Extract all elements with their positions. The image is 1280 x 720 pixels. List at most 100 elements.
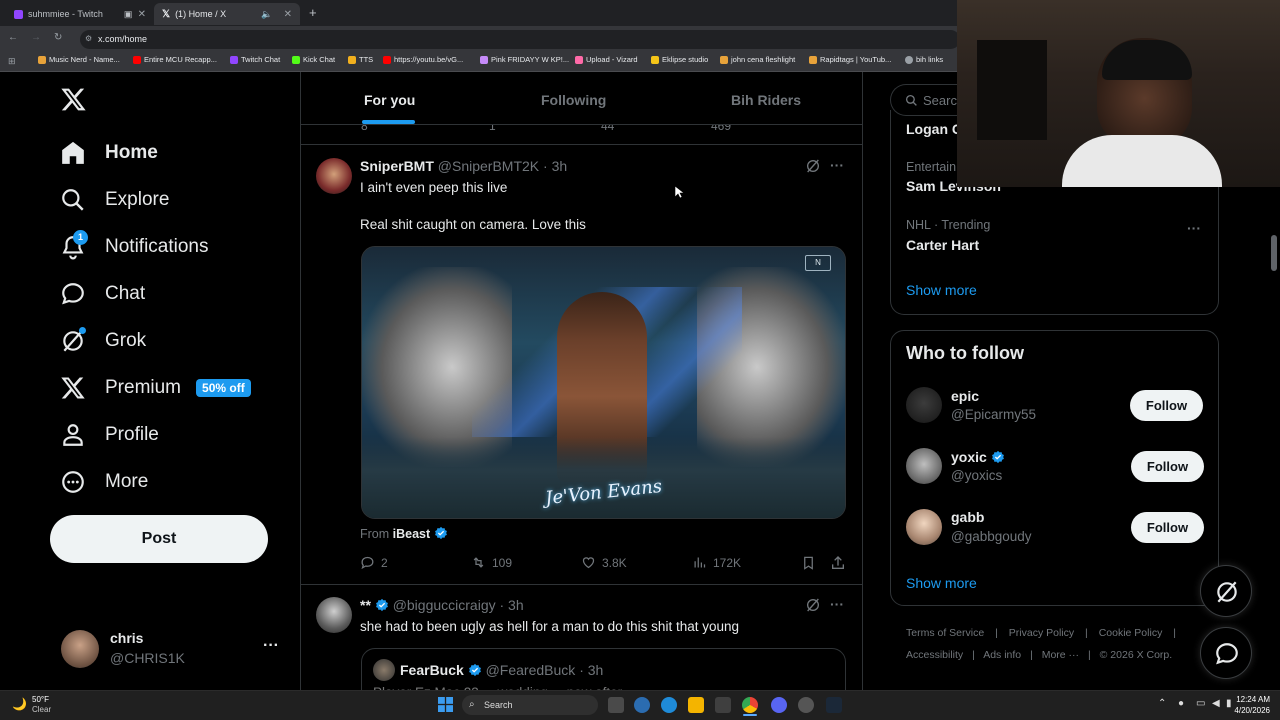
bookmark-button[interactable] — [801, 555, 816, 576]
tab-bih-riders[interactable]: Bih Riders — [731, 92, 801, 108]
like-button[interactable]: 3.8K — [581, 555, 627, 570]
bookmark-bih-links[interactable]: bih links — [905, 55, 943, 64]
author-handle[interactable]: @SniperBMT2K — [438, 158, 539, 174]
grok-float-button[interactable] — [1200, 565, 1252, 617]
tweet-time[interactable]: · 3h — [500, 597, 524, 613]
speaker-icon[interactable]: 🔈 — [261, 9, 272, 20]
account-switcher[interactable]: chris @CHRIS1K ··· — [50, 625, 290, 673]
volume-icon[interactable]: ◀ — [1212, 698, 1220, 709]
address-bar[interactable]: x.com/home — [80, 30, 960, 49]
nav-notifications[interactable]: 1 Notifications — [60, 230, 209, 262]
suggestion-name[interactable]: gabb — [951, 509, 984, 525]
nav-home[interactable]: Home — [60, 138, 158, 168]
views-button[interactable]: 172K — [692, 555, 741, 570]
nav-chat[interactable]: Chat — [60, 279, 145, 309]
more-options-icon[interactable]: ··· — [1187, 220, 1201, 236]
follow-button[interactable]: Follow — [1131, 512, 1204, 543]
tab-mute-icon[interactable]: ▣ — [124, 9, 133, 20]
taskbar-search[interactable]: ⌕ Search — [462, 695, 598, 715]
trend-item[interactable]: Logan C — [906, 121, 962, 137]
bookmark-mcu[interactable]: Entire MCU Recapp... — [133, 55, 217, 64]
grok-icon[interactable] — [805, 158, 821, 179]
suggestion-name[interactable]: epic — [951, 388, 979, 404]
avatar[interactable] — [906, 509, 942, 545]
nav-profile[interactable]: Profile — [60, 420, 159, 450]
site-info-icon[interactable]: ⚙ — [85, 34, 92, 43]
reply-button[interactable]: 8 — [361, 125, 368, 133]
bookmark-youtube-link[interactable]: https://youtu.be/vG... — [383, 55, 463, 64]
follow-button[interactable]: Follow — [1130, 390, 1203, 421]
browser-tab-twitch[interactable]: suhmmiee - Twitch ▣ ✕ — [6, 3, 154, 25]
edge-icon[interactable] — [661, 697, 677, 713]
tray-overflow-icon[interactable]: ⌃ — [1158, 698, 1166, 709]
post-button[interactable]: Post — [50, 515, 268, 563]
avatar[interactable] — [906, 387, 942, 423]
x-logo-icon[interactable] — [60, 86, 87, 118]
bookmark-tts[interactable]: TTS — [348, 55, 373, 64]
suggestion-name[interactable]: yoxic — [951, 449, 987, 465]
clock-date[interactable]: 4/20/2026 — [1225, 706, 1270, 715]
tweet-time[interactable]: · 3h — [543, 158, 567, 174]
repost-button[interactable]: 1 — [489, 125, 496, 133]
discord-icon[interactable] — [771, 697, 787, 713]
author-name[interactable]: ** — [360, 597, 371, 613]
close-icon[interactable]: ✕ — [284, 9, 292, 20]
bookmark-vizard[interactable]: Upload - Vizard — [575, 55, 638, 64]
bookmark-kick-chat[interactable]: Kick Chat — [292, 55, 335, 64]
copilot-icon[interactable] — [634, 697, 650, 713]
page-scrollbar[interactable] — [1271, 235, 1277, 271]
footer-link[interactable]: Ads info — [983, 649, 1021, 661]
microphone-icon[interactable]: ● — [1178, 698, 1184, 709]
bookmark-eklipse[interactable]: Eklipse studio — [651, 55, 708, 64]
file-explorer-icon[interactable] — [688, 697, 704, 713]
author-name[interactable]: SniperBMT — [360, 158, 434, 174]
nav-grok[interactable]: Grok — [60, 326, 146, 356]
tab-for-you[interactable]: For you — [364, 92, 415, 108]
author-handle[interactable]: @bigguccicraigy — [393, 597, 496, 613]
show-more-trends-link[interactable]: Show more — [906, 282, 977, 298]
clock-time[interactable]: 12:24 AM — [1230, 695, 1270, 704]
bookmark-music-nerd[interactable]: Music Nerd - Name... — [38, 55, 120, 64]
nav-more[interactable]: More — [60, 467, 148, 497]
more-options-icon[interactable]: ··· — [830, 157, 844, 173]
avatar[interactable] — [906, 448, 942, 484]
tweet-video[interactable]: Je'Von Evans N — [361, 246, 846, 519]
footer-link[interactable]: Accessibility — [906, 649, 963, 661]
more-options-icon[interactable]: ··· — [830, 596, 844, 612]
forward-icon[interactable]: → — [31, 32, 41, 43]
steam-icon[interactable] — [826, 697, 842, 713]
nav-premium[interactable]: Premium 50% off — [60, 373, 251, 403]
chrome-icon[interactable] — [742, 697, 758, 713]
store-icon[interactable] — [715, 697, 731, 713]
bookmark-rapidtags[interactable]: Rapidtags | YouTub... — [809, 55, 891, 64]
grok-icon[interactable] — [805, 597, 821, 618]
avatar[interactable] — [316, 597, 352, 633]
bookmark-john-cena[interactable]: john cena fleshlight — [720, 55, 795, 64]
network-icon[interactable]: ▭ — [1196, 698, 1205, 709]
show-more-suggestions-link[interactable]: Show more — [906, 575, 977, 591]
repost-button[interactable]: 109 — [471, 555, 512, 570]
trend-item[interactable]: Carter Hart — [906, 237, 979, 253]
close-icon[interactable]: ✕ — [138, 9, 146, 20]
views-button[interactable]: 469 — [711, 125, 731, 133]
footer-link[interactable]: Cookie Policy — [1099, 627, 1163, 639]
messages-float-button[interactable] — [1200, 627, 1252, 679]
footer-link[interactable]: More ··· — [1042, 649, 1079, 661]
windows-start-icon[interactable] — [438, 697, 453, 712]
reply-button[interactable]: 2 — [360, 555, 388, 570]
back-icon[interactable]: ← — [8, 32, 18, 43]
task-view-icon[interactable] — [608, 697, 624, 713]
bookmark-twitch-chat[interactable]: Twitch Chat — [230, 55, 280, 64]
footer-link[interactable]: Privacy Policy — [1009, 627, 1074, 639]
footer-link[interactable]: Terms of Service — [906, 627, 984, 639]
reload-icon[interactable]: ↻ — [54, 32, 62, 43]
bookmark-pink-friday[interactable]: Pink FRIDAYY W KP!... — [480, 55, 569, 64]
nav-explore[interactable]: Explore — [60, 185, 169, 215]
more-options-icon[interactable]: ··· — [263, 637, 279, 655]
avatar[interactable] — [316, 158, 352, 194]
apps-grid-icon[interactable]: ⊞ — [8, 56, 16, 67]
source-name[interactable]: iBeast — [393, 527, 431, 541]
settings-gear-icon[interactable] — [798, 697, 814, 713]
weather-temp[interactable]: 50°F — [32, 695, 49, 704]
new-tab-icon[interactable]: + — [309, 5, 317, 20]
